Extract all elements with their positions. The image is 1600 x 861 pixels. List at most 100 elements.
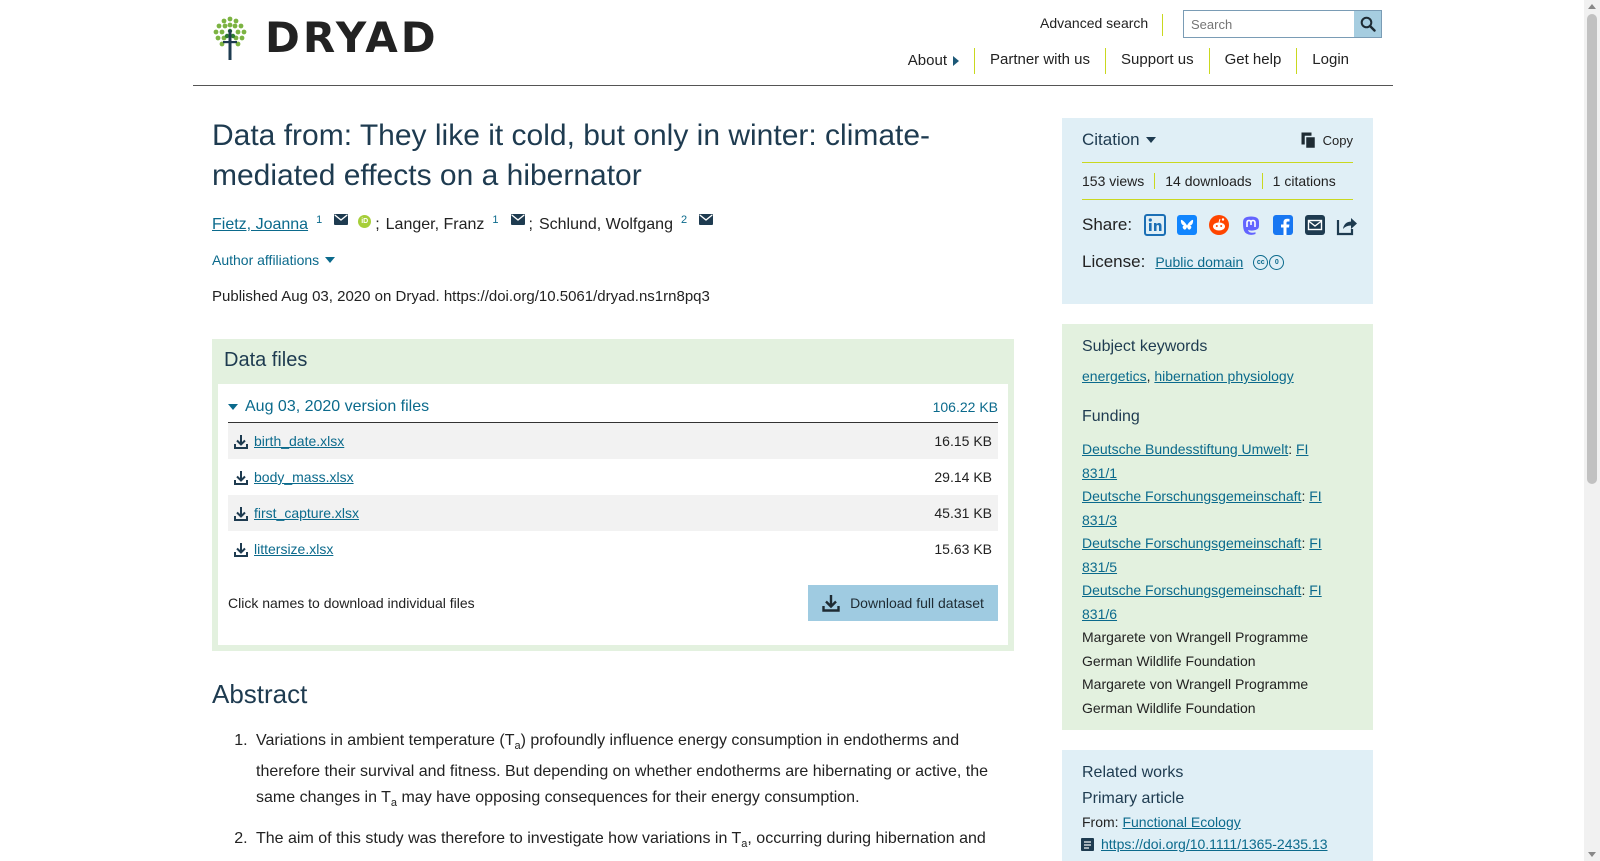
abstract-list: Variations in ambient temperature (Ta) p…	[212, 728, 1014, 858]
page: DRYAD Advanced search About Partner with…	[0, 0, 1584, 861]
email-icon[interactable]	[1302, 212, 1328, 238]
file-row: birth_date.xlsx 16.15 KB	[228, 423, 998, 459]
download-hint: Click names to download individual files	[228, 595, 475, 611]
tree-logo-icon	[213, 16, 247, 60]
copy-icon	[1301, 132, 1316, 149]
file-size: 15.63 KB	[934, 541, 992, 557]
download-full-dataset-button[interactable]: Download full dataset	[808, 585, 998, 621]
file-size: 29.14 KB	[934, 469, 992, 485]
nav-about-label: About	[907, 52, 947, 69]
funding-item: German Wildlife Foundation	[1082, 652, 1256, 669]
funding-item: Deutsche Forschungsgemeinschaft: FI 831/3	[1082, 488, 1322, 528]
download-icon	[234, 470, 248, 485]
file-download-link[interactable]: littersize.xlsx	[254, 541, 333, 557]
share-icon[interactable]	[1334, 212, 1360, 238]
version-size: 106.22 KB	[932, 399, 998, 415]
file-download-link[interactable]: first_capture.xlsx	[254, 505, 359, 521]
funding-item: Margarete von Wrangell Programme	[1082, 629, 1309, 645]
author-affiliations-label: Author affiliations	[212, 252, 320, 268]
license-row: License: Public domain cc 0	[1082, 252, 1353, 272]
keywords-heading: Subject keywords	[1082, 338, 1208, 355]
primary-article-source: From: Functional Ecology	[1082, 814, 1241, 830]
keyword-link[interactable]: energetics	[1082, 368, 1147, 384]
facebook-icon[interactable]	[1270, 212, 1296, 238]
bluesky-icon[interactable]	[1174, 212, 1200, 238]
email-author-icon[interactable]	[699, 212, 714, 230]
data-files-footer: Click names to download individual files…	[228, 585, 998, 621]
license-link[interactable]: Public domain	[1155, 254, 1243, 270]
file-row: first_capture.xlsx 45.31 KB	[228, 495, 998, 531]
funding-item: Deutsche Bundesstiftung Umwelt: FI 831/1	[1082, 441, 1309, 481]
copy-citation-button[interactable]: Copy	[1301, 132, 1353, 149]
version-toggle[interactable]: Aug 03, 2020 version files 106.22 KB	[228, 398, 998, 423]
license-label: License:	[1082, 252, 1146, 271]
article-icon	[1081, 837, 1094, 851]
citation-toggle[interactable]: Citation	[1082, 130, 1156, 150]
views-count: 153 views	[1082, 173, 1145, 189]
scrollbar-thumb[interactable]	[1587, 14, 1597, 484]
vertical-scrollbar[interactable]	[1584, 0, 1600, 861]
reddit-icon[interactable]	[1206, 212, 1232, 238]
affiliation-number[interactable]: 1	[316, 214, 322, 226]
author-name: Schlund, Wolfgang	[538, 216, 673, 233]
nav-login[interactable]: Login	[1296, 48, 1364, 74]
abstract-item: The aim of this study was therefore to i…	[252, 826, 1014, 857]
keywords-panel: Subject keywords energetics, hibernation…	[1062, 324, 1373, 730]
affiliation-number[interactable]: 2	[681, 214, 687, 226]
orcid-icon[interactable]: iD	[358, 214, 372, 228]
download-icon	[822, 595, 840, 612]
file-size: 45.31 KB	[934, 505, 992, 521]
citation-panel: Citation Copy 153 views 14 downloads 1 c…	[1062, 118, 1373, 304]
copy-label: Copy	[1322, 132, 1353, 148]
share-label: Share:	[1082, 215, 1133, 234]
caret-down-icon	[325, 257, 336, 263]
primary-article-heading: Primary article	[1082, 790, 1185, 807]
file-download-link[interactable]: body_mass.xlsx	[254, 469, 354, 485]
metrics-bar: 153 views 14 downloads 1 citations	[1082, 163, 1353, 200]
dataset-title: Data from: They like it cold, but only i…	[212, 119, 931, 192]
download-icon	[234, 434, 248, 449]
caret-down-icon	[1145, 137, 1156, 143]
related-works-heading: Related works	[1082, 764, 1184, 781]
cc0-icon: cc 0	[1253, 254, 1285, 270]
file-size: 16.15 KB	[934, 433, 992, 449]
linkedin-icon[interactable]	[1142, 212, 1168, 238]
data-files-list: Aug 03, 2020 version files 106.22 KB bir…	[218, 384, 1008, 645]
scroll-up-arrow-icon[interactable]	[1588, 4, 1596, 9]
caret-down-icon	[228, 404, 238, 410]
citations-count: 1 citations	[1261, 173, 1346, 189]
file-download-link[interactable]: birth_date.xlsx	[254, 433, 344, 449]
search-icon	[1360, 16, 1376, 32]
nav-partner[interactable]: Partner with us	[973, 48, 1105, 74]
nav-help[interactable]: Get help	[1208, 48, 1297, 74]
email-author-icon[interactable]	[334, 212, 349, 230]
caret-right-icon	[952, 56, 959, 66]
email-author-icon[interactable]	[510, 212, 525, 230]
funding-item: German Wildlife Foundation	[1082, 699, 1256, 716]
nav-support[interactable]: Support us	[1105, 48, 1209, 74]
mastodon-icon[interactable]	[1238, 212, 1264, 238]
journal-link[interactable]: Functional Ecology	[1122, 814, 1240, 830]
share-row: Share:	[1082, 212, 1358, 238]
search-form	[1183, 10, 1382, 38]
related-doi: https://doi.org/10.1111/1365-2435.13	[1080, 836, 1353, 852]
advanced-search-link[interactable]: Advanced search	[1040, 14, 1164, 36]
author-list: Fietz, Joanna 1 iD ; Langer, Franz 1 ; S…	[212, 214, 1014, 234]
search-button[interactable]	[1354, 11, 1381, 37]
search-input[interactable]	[1184, 11, 1354, 37]
author-affiliations-toggle[interactable]: Author affiliations	[212, 252, 1014, 268]
nav-about[interactable]: About	[893, 48, 974, 74]
keyword-link[interactable]: hibernation physiology	[1154, 368, 1293, 384]
publication-info: Published Aug 03, 2020 on Dryad. https:/…	[212, 288, 710, 305]
funding-item: Deutsche Forschungsgemeinschaft: FI 831/6	[1082, 582, 1322, 622]
author-name-link[interactable]: Fietz, Joanna	[212, 216, 308, 234]
keyword-list: energetics, hibernation physiology	[1082, 368, 1294, 384]
scroll-down-arrow-icon[interactable]	[1588, 852, 1596, 857]
download-full-dataset-label: Download full dataset	[850, 595, 984, 611]
dryad-logo[interactable]: DRYAD	[213, 16, 439, 60]
related-doi-link[interactable]: https://doi.org/10.1111/1365-2435.13	[1101, 836, 1328, 852]
affiliation-number[interactable]: 1	[492, 214, 498, 226]
logo-wordmark: DRYAD	[265, 13, 439, 62]
download-icon	[234, 542, 248, 557]
main-content: Data from: They like it cold, but only i…	[212, 116, 1014, 861]
